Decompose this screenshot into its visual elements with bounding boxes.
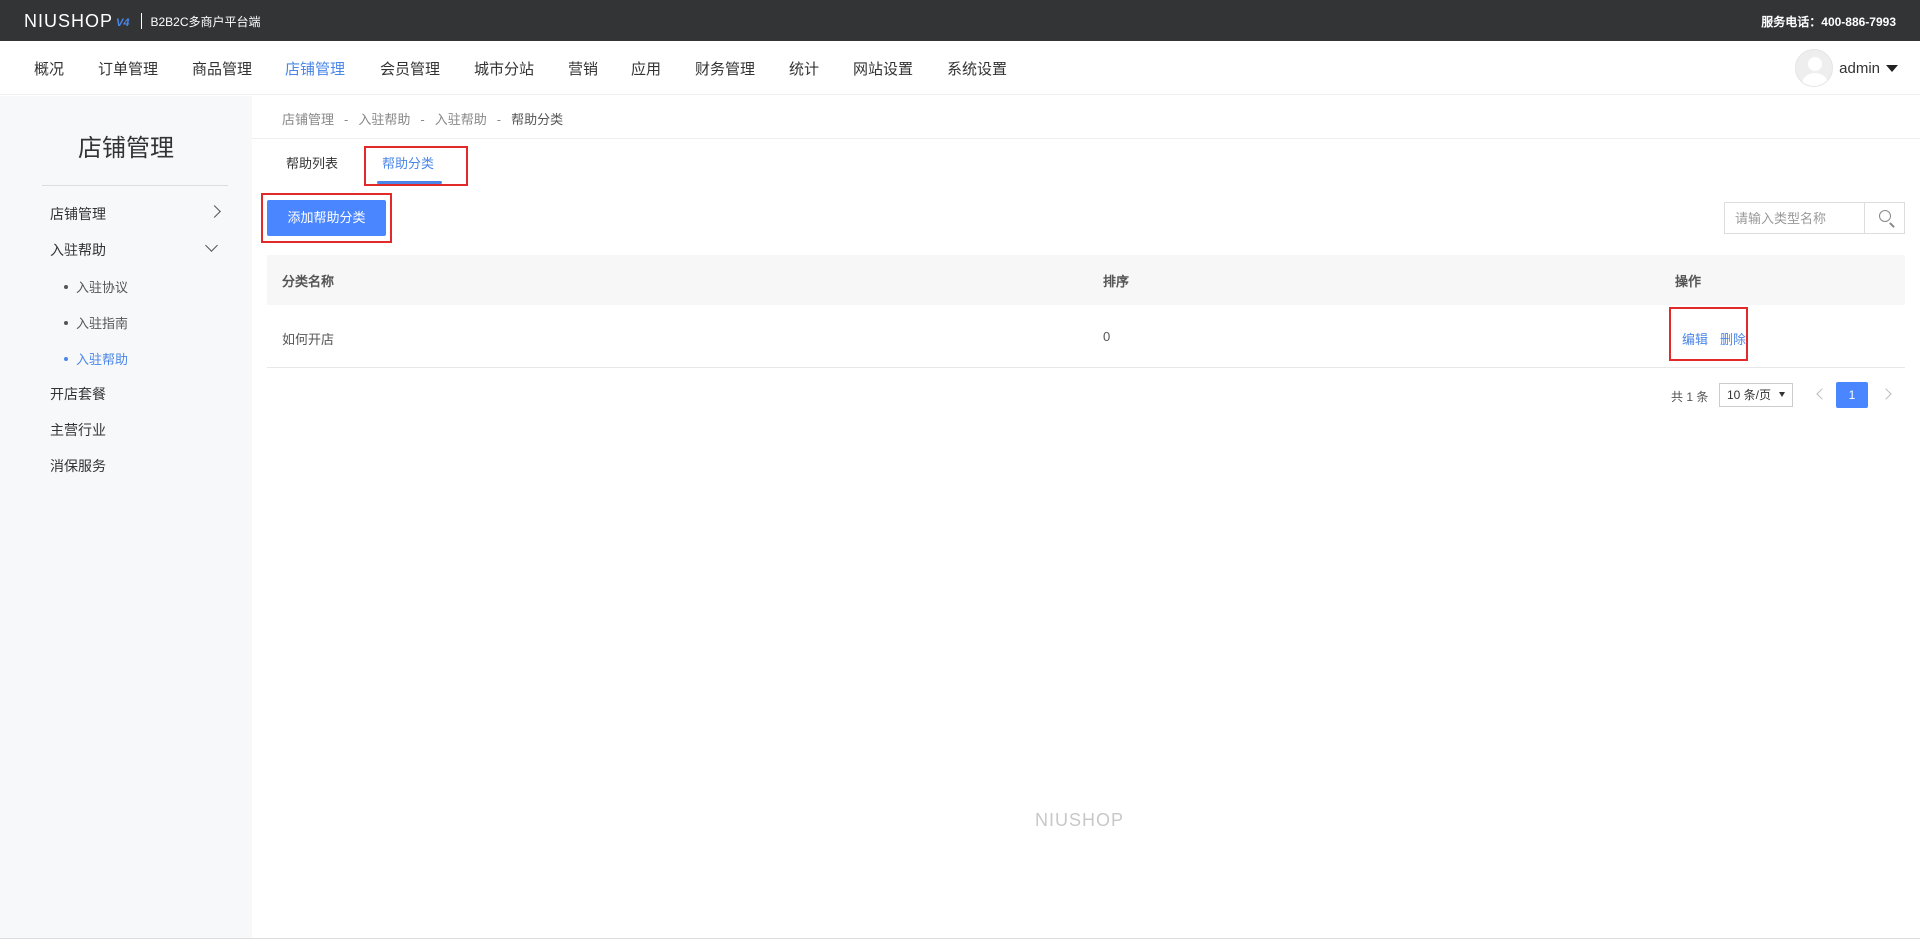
- top-bar: NIUSHOP V4 B2B2C多商户平台端 服务电话：400-886-7993: [0, 0, 1920, 41]
- breadcrumb-item[interactable]: 入驻帮助: [435, 112, 487, 127]
- sidebar-sub-item-label: 入驻指南: [76, 316, 129, 331]
- search-button[interactable]: [1864, 203, 1905, 233]
- bullet-icon: [64, 320, 68, 325]
- sort-cell: 0: [1103, 329, 1111, 344]
- footer-logo: NIUSHOP: [1035, 810, 1125, 830]
- sidebar-sub-item-label: 入驻帮助: [76, 352, 129, 367]
- chevron-down-icon[interactable]: [205, 239, 218, 252]
- nav-item-orders[interactable]: 订单管理: [98, 58, 158, 79]
- column-header-sort: 排序: [1103, 274, 1130, 289]
- service-phone: 服务电话：400-886-7993: [1761, 15, 1896, 29]
- dropdown-arrow-icon: [1779, 392, 1785, 397]
- nav-item-marketing[interactable]: 营销: [568, 58, 598, 79]
- column-header-actions: 操作: [1675, 274, 1702, 289]
- logo-divider: [141, 13, 143, 29]
- table-row: 如何开店 0 编辑 删除: [267, 305, 1905, 368]
- user-name[interactable]: admin: [1839, 60, 1880, 77]
- highlight-box-add-button: [261, 193, 392, 243]
- breadcrumb-item[interactable]: 店铺管理: [282, 112, 334, 127]
- tab-help-list[interactable]: 帮助列表: [286, 153, 338, 172]
- breadcrumb-item[interactable]: 入驻帮助: [358, 112, 410, 127]
- search-icon: [1879, 210, 1891, 222]
- sidebar-sub-item-help[interactable]: 入驻帮助: [64, 349, 128, 368]
- nav-item-stats[interactable]: 统计: [789, 58, 819, 79]
- logo-text: NIUSHOP: [24, 10, 114, 31]
- column-header-name: 分类名称: [282, 274, 335, 289]
- nav-item-goods[interactable]: 商品管理: [192, 58, 252, 79]
- breadcrumb-divider: [252, 138, 1920, 139]
- nav-item-system-settings[interactable]: 系统设置: [947, 58, 1007, 79]
- nav-item-finance[interactable]: 财务管理: [695, 58, 755, 79]
- logo-version: V4: [116, 17, 130, 29]
- user-menu[interactable]: admin: [1795, 49, 1898, 87]
- niushop-logo[interactable]: NIUSHOP V4 B2B2C多商户平台端: [24, 11, 261, 31]
- chevron-right-icon[interactable]: [208, 205, 221, 218]
- sidebar-sub-item-agreement[interactable]: 入驻协议: [64, 277, 128, 296]
- highlight-box-tab: [364, 146, 468, 186]
- nav-item-site-settings[interactable]: 网站设置: [853, 58, 913, 79]
- highlight-box-actions: [1669, 307, 1748, 361]
- page-number-button[interactable]: 1: [1836, 382, 1868, 408]
- sidebar-item-shop-management[interactable]: 店铺管理: [50, 204, 106, 224]
- page-size-value: 10 条/页: [1727, 388, 1772, 402]
- platform-subtitle: B2B2C多商户平台端: [150, 14, 261, 29]
- search-input[interactable]: [1725, 203, 1864, 233]
- nav-item-overview[interactable]: 概况: [34, 58, 64, 79]
- main-content: 店铺管理-入驻帮助-入驻帮助-帮助分类 帮助列表 帮助分类 添加帮助分类 分类名…: [252, 96, 1920, 939]
- sidebar-item-packages[interactable]: 开店套餐: [50, 384, 106, 404]
- page-size-select[interactable]: 10 条/页: [1719, 383, 1793, 407]
- breadcrumb-current: 帮助分类: [511, 112, 564, 127]
- breadcrumb: 店铺管理 - 入驻帮助 - 入驻帮助 - 帮助分类: [282, 112, 564, 127]
- bullet-icon: [64, 284, 68, 289]
- sidebar-divider: [42, 185, 228, 186]
- bullet-icon: [64, 356, 68, 361]
- category-table: 分类名称 排序 操作 如何开店 0 编辑 删除: [267, 255, 1905, 368]
- sidebar-item-consumer-protection[interactable]: 消保服务: [50, 456, 106, 476]
- table-header: 分类名称 排序 操作: [267, 255, 1905, 305]
- main-nav: 概况 订单管理 商品管理 店铺管理 会员管理 城市分站 营销 应用 财务管理 统…: [0, 41, 1920, 95]
- sidebar-sub-item-guide[interactable]: 入驻指南: [64, 313, 128, 332]
- nav-item-shops[interactable]: 店铺管理: [285, 58, 345, 79]
- search-box: [1724, 202, 1905, 234]
- sidebar: 店铺管理 店铺管理 入驻帮助 入驻协议 入驻指南 入驻帮助 开店套餐 主营行业 …: [0, 96, 252, 939]
- nav-item-apps[interactable]: 应用: [631, 58, 661, 79]
- sidebar-sub-item-label: 入驻协议: [76, 280, 129, 295]
- sidebar-title: 店铺管理: [78, 135, 174, 162]
- sidebar-item-industries[interactable]: 主营行业: [50, 420, 106, 440]
- category-name-cell: 如何开店: [282, 332, 335, 347]
- next-page-icon[interactable]: [1880, 388, 1892, 400]
- nav-item-members[interactable]: 会员管理: [380, 58, 440, 79]
- sidebar-item-settle-help[interactable]: 入驻帮助: [50, 240, 106, 260]
- pagination-total: 共 1 条: [1671, 390, 1709, 404]
- nav-item-city-stations[interactable]: 城市分站: [474, 58, 534, 79]
- caret-down-icon[interactable]: [1886, 64, 1898, 72]
- avatar[interactable]: [1795, 49, 1834, 87]
- prev-page-icon[interactable]: [1816, 388, 1828, 400]
